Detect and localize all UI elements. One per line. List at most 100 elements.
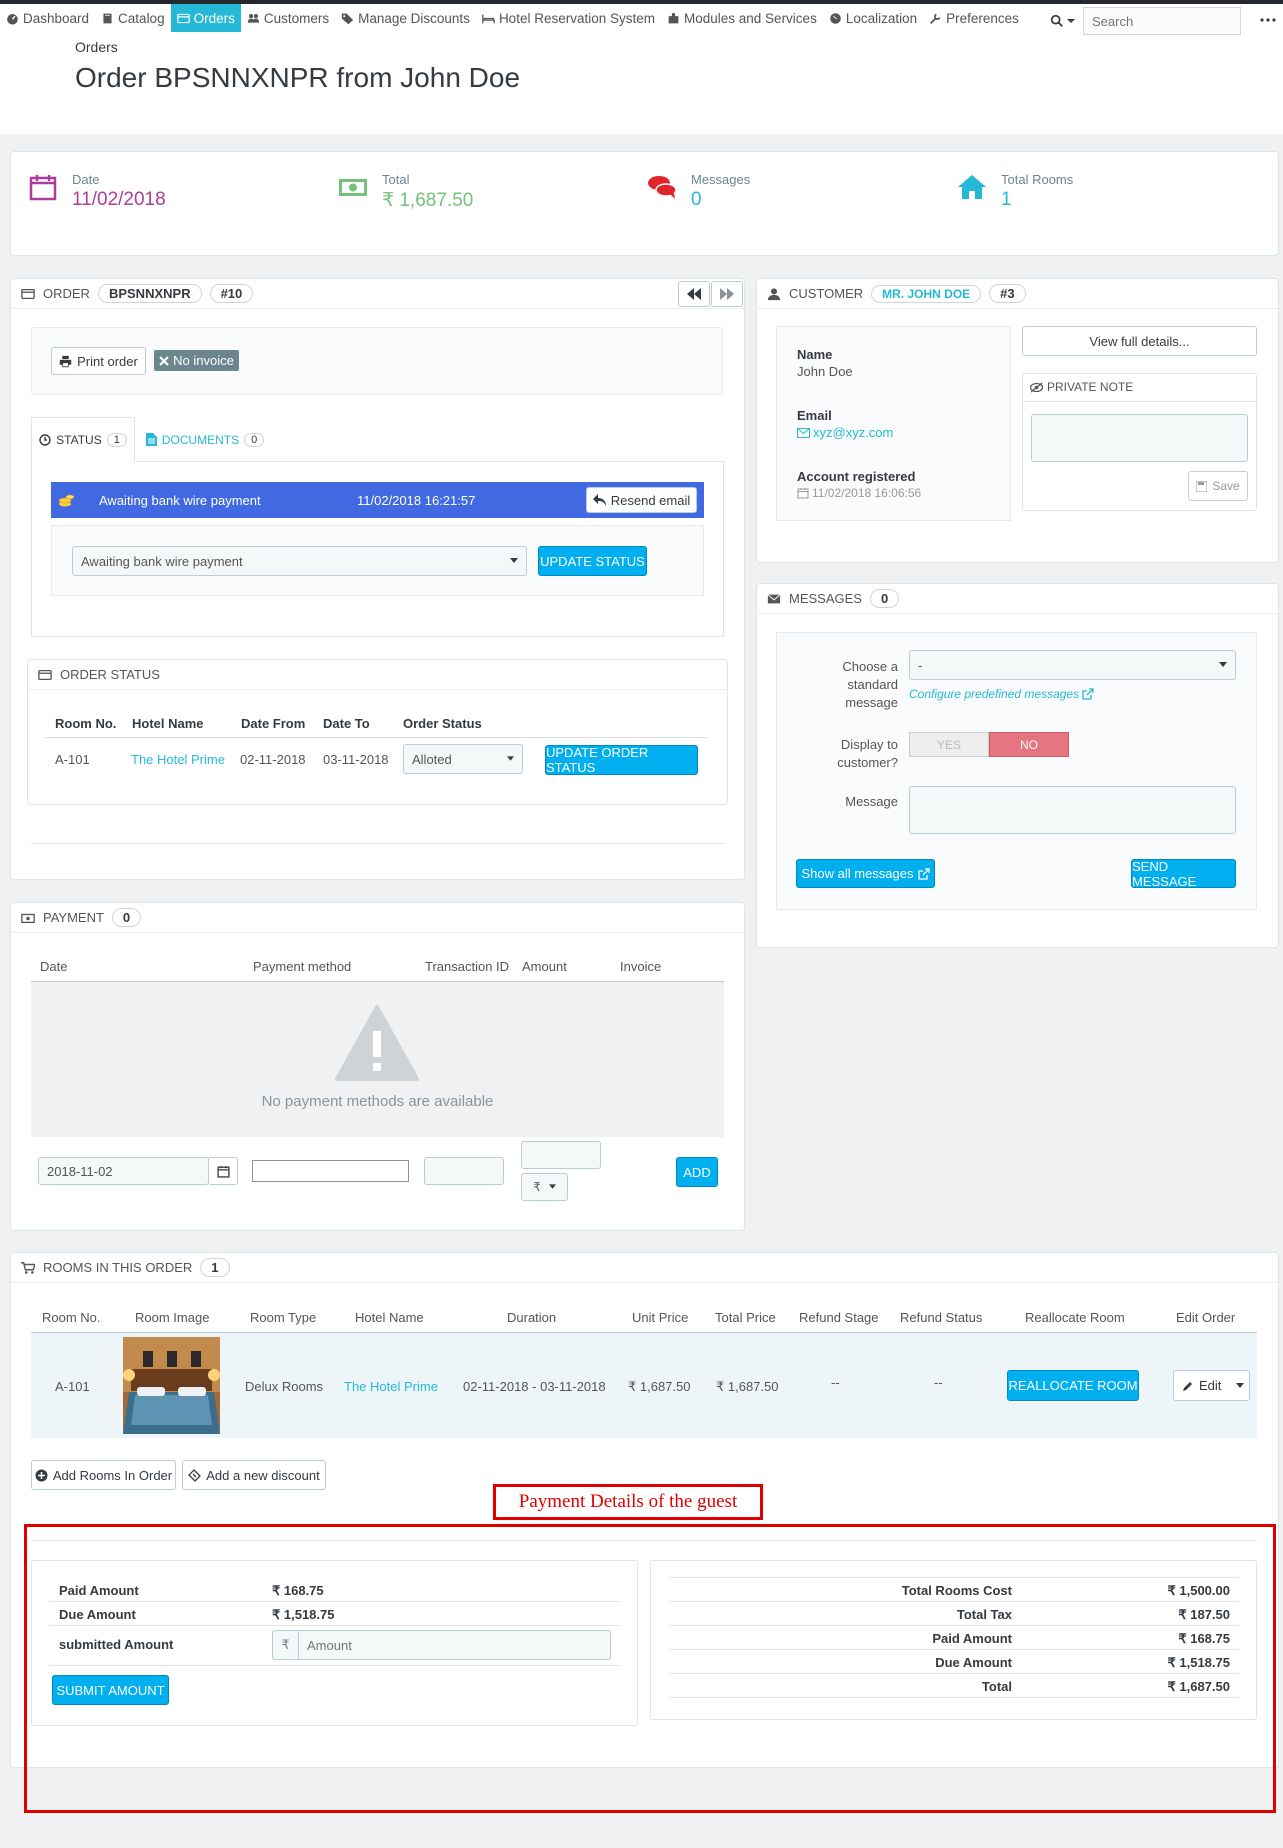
menu-item-preferences[interactable]: Preferences	[923, 4, 1025, 32]
total-value: ₹ 1,687.50	[1167, 1679, 1231, 1694]
menu-item-catalog[interactable]: Catalog	[95, 4, 171, 32]
standard-message-select[interactable]: -	[909, 650, 1236, 680]
total-value: ₹ 168.75	[1178, 1631, 1230, 1646]
kpi-label: Total Rooms	[1001, 172, 1074, 187]
previous-order-button[interactable]	[678, 281, 710, 307]
update-status-button[interactable]: UPDATE STATUS	[538, 546, 647, 576]
add-rooms-button[interactable]: Add Rooms In Order	[31, 1460, 176, 1490]
send-message-button[interactable]: SEND MESSAGE	[1131, 859, 1236, 889]
column-header: Hotel Name	[132, 716, 204, 731]
column-header: Date To	[323, 716, 370, 731]
payment-count: 0	[111, 908, 142, 927]
puzzle-icon	[667, 12, 680, 25]
select-value: -	[918, 657, 923, 673]
kpi-value: 11/02/2018	[72, 189, 166, 210]
amount-input[interactable]	[521, 1141, 601, 1169]
tab-label: STATUS	[56, 433, 102, 447]
edit-order-button[interactable]: Edit	[1173, 1370, 1250, 1401]
view-full-details-button[interactable]: View full details...	[1022, 326, 1257, 356]
bed-icon	[482, 12, 495, 25]
breadcrumb[interactable]: Orders	[75, 39, 118, 55]
panel-title: ORDER STATUS	[60, 667, 160, 682]
calendar-icon	[797, 487, 809, 499]
menu-item-orders[interactable]: Orders	[170, 4, 241, 32]
currency-select[interactable]: ₹	[521, 1173, 568, 1201]
menu-item-localization[interactable]: Localization	[823, 4, 923, 32]
customer-name-link[interactable]: MR. JOHN DOE	[871, 284, 982, 303]
next-order-button[interactable]	[711, 281, 743, 307]
clock-icon	[39, 434, 51, 446]
add-payment-button[interactable]: ADD	[676, 1157, 718, 1187]
order-status-panel: ORDER STATUS	[27, 659, 728, 805]
file-icon	[145, 433, 157, 446]
divider	[31, 843, 724, 844]
submit-amount-button[interactable]: SUBMIT AMOUNT	[52, 1675, 169, 1705]
menu-label: Catalog	[118, 10, 165, 26]
total-label: Total	[981, 1679, 1012, 1694]
search-type-toggle[interactable]	[1041, 7, 1083, 35]
divider	[669, 1697, 1239, 1698]
label-line: standard	[847, 677, 898, 692]
room-status-select[interactable]: Alloted	[403, 744, 523, 774]
calendar-button[interactable]	[208, 1157, 238, 1185]
more-icon[interactable]	[1258, 10, 1278, 30]
save-note-button[interactable]: Save	[1188, 471, 1248, 501]
private-note-textarea[interactable]	[1031, 414, 1248, 462]
user-icon	[767, 287, 781, 301]
submitted-amount-label: submitted Amount	[59, 1637, 174, 1652]
book-icon	[101, 12, 114, 25]
transaction-id-input[interactable]	[424, 1157, 504, 1185]
home-icon	[957, 172, 987, 202]
tab-documents[interactable]: DOCUMENTS 0	[145, 417, 265, 462]
resend-email-button[interactable]: Resend email	[586, 487, 697, 513]
order-status-select[interactable]: Awaiting bank wire payment	[72, 546, 527, 576]
column-header: Transaction ID	[425, 959, 510, 974]
customer-panel-heading: CUSTOMER MR. JOHN DOE #3	[757, 279, 1278, 309]
configure-messages-link[interactable]: Configure predefined messages	[909, 687, 1094, 701]
dashboard-icon	[6, 12, 19, 25]
reallocate-room-button[interactable]: REALLOCATE ROOM	[1007, 1370, 1139, 1401]
submitted-amount-field[interactable]: ₹	[272, 1630, 611, 1660]
hotel-name-link[interactable]: The Hotel Prime	[131, 752, 225, 767]
divider	[45, 737, 708, 738]
floppy-icon	[1196, 480, 1208, 492]
menu-label: Hotel Reservation System	[498, 10, 655, 26]
display-yes-toggle[interactable]: YES	[909, 732, 989, 757]
customer-email-link[interactable]: xyz@xyz.com	[797, 425, 893, 440]
amount-input[interactable]	[299, 1631, 610, 1659]
kpi-row	[10, 151, 1279, 256]
column-header: Hotel Name	[355, 1310, 424, 1325]
messages-count: 0	[869, 589, 900, 608]
column-header: Total Price	[715, 1310, 776, 1325]
display-to-customer-label: Display to customer?	[820, 736, 898, 772]
caret-down-icon	[510, 558, 518, 564]
room-image	[123, 1337, 220, 1434]
update-order-status-button[interactable]: UPDATE ORDER STATUS	[545, 745, 698, 775]
column-header: Order Status	[403, 716, 482, 731]
messages-panel-heading: MESSAGES 0	[757, 584, 1278, 614]
payment-method-input[interactable]	[252, 1160, 409, 1182]
kpi-date: Date 11/02/2018	[28, 172, 166, 211]
message-textarea[interactable]	[909, 786, 1236, 834]
annotation-label: Payment Details of the guest	[493, 1484, 763, 1520]
menu-item-hotel[interactable]: Hotel Reservation System	[476, 4, 661, 32]
menu-item-customers[interactable]: Customers	[241, 4, 335, 32]
search-input[interactable]	[1083, 7, 1241, 35]
reply-icon	[592, 494, 606, 506]
hotel-name-link[interactable]: The Hotel Prime	[344, 1379, 438, 1394]
menu-item-discounts[interactable]: Manage Discounts	[335, 4, 476, 32]
caret-down-icon	[1219, 662, 1227, 668]
payment-date-input[interactable]: 2018-11-02	[38, 1157, 209, 1185]
show-all-messages-button[interactable]: Show all messages	[796, 859, 935, 888]
calendar-icon	[28, 172, 58, 202]
display-no-toggle[interactable]: NO	[989, 732, 1069, 757]
empty-message: No payment methods are available	[261, 1093, 494, 1110]
menu-item-modules[interactable]: Modules and Services	[661, 4, 823, 32]
total-label: Total Tax	[956, 1607, 1012, 1622]
menu-item-dashboard[interactable]: Dashboard	[0, 4, 95, 32]
tags-icon	[341, 12, 354, 25]
add-discount-button[interactable]: Add a new discount	[182, 1460, 326, 1490]
tab-status[interactable]: STATUS 1	[31, 417, 135, 462]
caret-down-icon	[507, 756, 514, 762]
print-order-button[interactable]: Print order	[51, 347, 146, 375]
